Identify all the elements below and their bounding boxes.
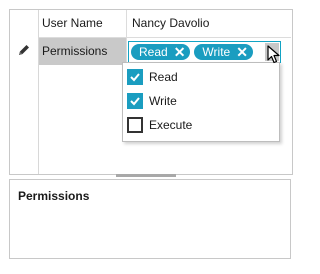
- option-execute[interactable]: Execute: [127, 116, 192, 134]
- property-label-user-name: User Name: [39, 10, 127, 37]
- description-title: Permissions: [18, 189, 90, 203]
- option-label: Execute: [149, 118, 193, 132]
- grid-row-user-name[interactable]: User Name Nancy Davolio: [39, 10, 291, 38]
- property-label-permissions: Permissions: [39, 38, 127, 65]
- property-value-user-name[interactable]: Nancy Davolio: [127, 10, 291, 37]
- option-write[interactable]: Write: [127, 92, 177, 110]
- checkbox-write[interactable]: [127, 93, 143, 109]
- pencil-icon: [19, 45, 29, 55]
- tag-write[interactable]: Write ✕: [194, 44, 253, 60]
- checkmark-icon: [130, 73, 140, 82]
- checkbox-read[interactable]: [127, 69, 143, 85]
- option-read[interactable]: Read: [127, 68, 178, 86]
- mouse-pointer-icon: [267, 45, 280, 64]
- grid-row-permissions[interactable]: Permissions Read ✕ Write ✕: [39, 38, 291, 65]
- row-gutter: [10, 10, 39, 174]
- panel-splitter-handle[interactable]: [116, 174, 176, 177]
- permissions-dropdown-popup: Read Write Execute: [122, 62, 280, 142]
- permissions-tag-editor[interactable]: Read ✕ Write ✕: [128, 41, 281, 63]
- checkmark-icon: [130, 97, 140, 106]
- close-icon[interactable]: ✕: [174, 45, 186, 59]
- description-panel: Permissions: [9, 179, 291, 259]
- checkbox-execute[interactable]: [127, 117, 143, 133]
- property-grid-window: User Name Nancy Davolio Permissions Read…: [0, 0, 296, 274]
- option-label: Read: [149, 70, 178, 84]
- close-icon[interactable]: ✕: [236, 45, 248, 59]
- tag-read[interactable]: Read ✕: [131, 44, 191, 60]
- option-label: Write: [149, 94, 177, 108]
